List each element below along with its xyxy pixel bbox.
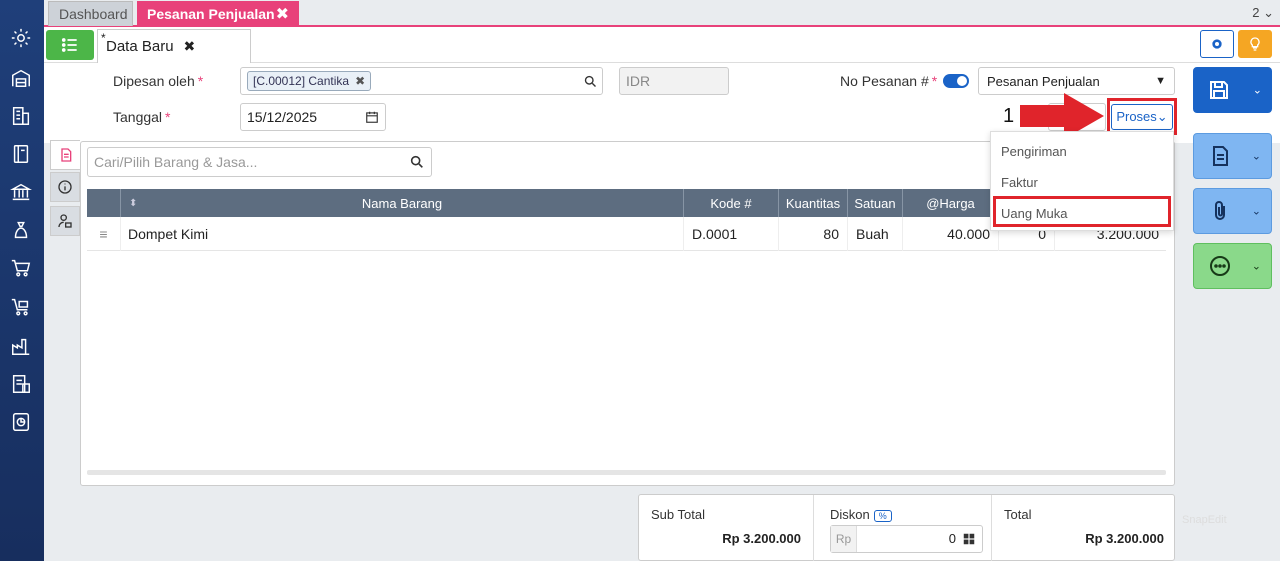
save-button[interactable]: ⌄ [1193, 67, 1272, 113]
document-icon [60, 148, 71, 162]
close-icon[interactable]: ✖ [276, 4, 289, 24]
search-icon [410, 155, 423, 168]
tab-user-lock[interactable] [50, 206, 80, 236]
tab-active-label: Pesanan Penjualan [147, 5, 275, 22]
unsaved-marker: * [101, 31, 106, 45]
close-icon[interactable]: ✖ [184, 38, 196, 55]
currency-prefix: Rp [831, 526, 857, 552]
info-icon [58, 180, 72, 194]
list-button[interactable] [46, 30, 94, 60]
menu-item-faktur[interactable]: Faktur [1001, 175, 1038, 190]
cell-satuan: Buah [848, 217, 903, 251]
highlight-box-uang-muka [993, 196, 1171, 227]
doc-tab-label: Data Baru [106, 38, 174, 55]
diskon-value: 0 [948, 531, 956, 546]
date-input[interactable]: 15/12/2025 [240, 103, 386, 131]
menu-item-pengiriman[interactable]: Pengiriman [1001, 144, 1067, 159]
cell-kode: D.0001 [684, 217, 779, 251]
tab-pesanan-penjualan[interactable]: Pesanan Penjualan ✖ [137, 1, 299, 26]
tips-button[interactable] [1238, 30, 1272, 58]
highlight-box-proses [1107, 98, 1177, 135]
gear-icon[interactable] [9, 26, 33, 50]
cart-icon[interactable] [9, 256, 33, 280]
bank-icon[interactable] [9, 180, 33, 204]
currency-field: IDR [619, 67, 729, 95]
user-lock-icon [58, 214, 72, 228]
calendar-icon [366, 111, 378, 123]
settings-button[interactable] [1200, 30, 1234, 58]
tab-dashboard[interactable]: Dashboard [48, 1, 133, 26]
chevron-down-icon: ⌄ [1251, 205, 1261, 218]
money-bag-icon[interactable] [9, 218, 33, 242]
chevron-down-icon: ⌄ [1252, 84, 1262, 97]
warehouse-icon[interactable] [9, 66, 33, 90]
total-label: Total [1004, 507, 1032, 522]
sort-handle-header [87, 189, 121, 217]
factory-icon[interactable] [9, 334, 33, 358]
watermark: SnapEdit [1182, 514, 1227, 526]
row-drag-handle[interactable]: ≡ [87, 217, 121, 251]
column-header-nama-barang[interactable]: ⬍ Nama Barang [121, 189, 684, 217]
subtotal-value: Rp 3.200.000 [722, 531, 801, 546]
cell-harga: 40.000 [903, 217, 999, 251]
doc-tab-data-baru[interactable]: * Data Baru ✖ [97, 29, 251, 63]
search-icon [584, 75, 596, 87]
chevron-down-icon: ⌄ [1251, 150, 1261, 163]
no-pesanan-label: No Pesanan # * [840, 73, 938, 89]
document-bar: * Data Baru ✖ [44, 27, 1280, 63]
column-header-harga[interactable]: @Harga [903, 189, 999, 217]
more-icon [1210, 256, 1230, 276]
chip-remove-icon[interactable]: ✖ [355, 74, 365, 88]
total-value: Rp 3.200.000 [1085, 531, 1164, 546]
tab-count-dropdown[interactable]: 2 ⌄ [1252, 5, 1274, 21]
order-type-select[interactable]: Pesanan Penjualan ▼ [978, 67, 1175, 95]
horizontal-scrollbar[interactable] [87, 470, 1166, 475]
book-icon[interactable] [9, 142, 33, 166]
percent-toggle[interactable]: % [873, 510, 892, 522]
attachment-button[interactable]: ⌄ [1193, 188, 1272, 234]
lightbulb-icon [1250, 37, 1260, 51]
column-header-kode[interactable]: Kode # [684, 189, 779, 217]
total-section: Total Rp 3.200.000 [992, 495, 1176, 561]
document-icon [1213, 146, 1228, 166]
document-button[interactable]: ⌄ [1193, 133, 1272, 179]
totals-panel: Sub Total Rp 3.200.000 Diskon% Rp 0 Tota… [638, 494, 1175, 561]
paperclip-icon [1215, 201, 1225, 220]
subtotal-section: Sub Total Rp 3.200.000 [639, 495, 814, 561]
sidebar [0, 0, 44, 561]
diskon-section: Diskon% Rp 0 [814, 495, 992, 561]
customer-input[interactable]: [C.00012] Cantika ✖ [240, 67, 603, 95]
chevron-down-icon: ▼ [1155, 75, 1166, 87]
sort-icon: ⬍ [129, 197, 138, 209]
calculator-icon [963, 533, 975, 545]
tab-dashboard-label: Dashboard [59, 6, 128, 22]
top-tab-bar: Dashboard Pesanan Penjualan ✖ 2 ⌄ [44, 0, 1280, 27]
subtotal-label: Sub Total [651, 507, 705, 522]
item-search-input[interactable]: Cari/Pilih Barang & Jasa... [87, 147, 432, 177]
step-number-1: 1 [1003, 105, 1015, 127]
cell-nama-barang: Dompet Kimi [121, 217, 684, 251]
cell-kuantitas: 80 [779, 217, 848, 251]
chevron-down-icon: ⌄ [1251, 260, 1261, 273]
customer-chip: [C.00012] Cantika ✖ [247, 71, 372, 91]
auto-number-toggle[interactable] [943, 74, 969, 88]
gear-icon [1212, 39, 1222, 49]
diskon-input[interactable]: Rp 0 [830, 525, 983, 553]
column-header-satuan[interactable]: Satuan [848, 189, 903, 217]
diskon-label: Diskon% [830, 507, 892, 522]
cart-box-icon[interactable] [9, 295, 33, 319]
building-icon[interactable] [9, 104, 33, 128]
report-icon[interactable] [9, 410, 33, 434]
tax-icon[interactable] [9, 372, 33, 396]
column-header-kuantitas[interactable]: Kuantitas [779, 189, 848, 217]
tab-info[interactable] [50, 172, 80, 202]
save-icon [1210, 81, 1228, 99]
list-icon [61, 38, 77, 52]
more-actions-button[interactable]: ⌄ [1193, 243, 1272, 289]
tab-detail[interactable] [50, 140, 80, 170]
dipesan-oleh-label: Dipesan oleh * [113, 73, 204, 89]
tanggal-label: Tanggal * [113, 109, 171, 125]
